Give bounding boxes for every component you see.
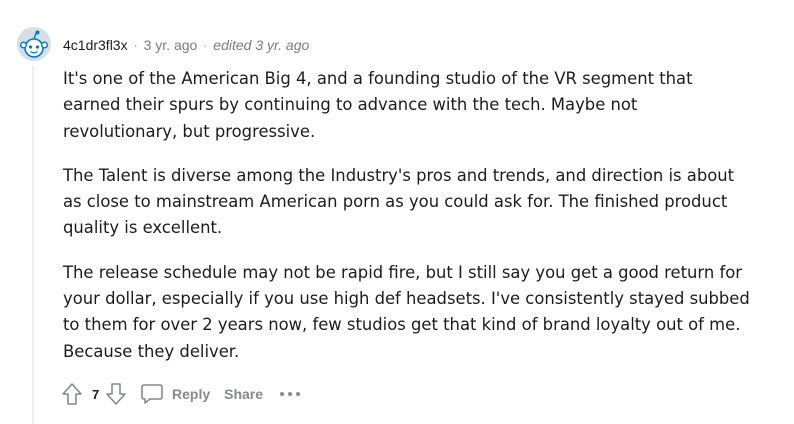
share-button[interactable]: Share — [224, 386, 263, 402]
comment-actions: 7 Reply Share — [60, 378, 301, 410]
author-link[interactable]: 4c1dr3fl3x — [63, 37, 128, 53]
comment-body: It's one of the American Big 4, and a fo… — [63, 66, 753, 383]
downvote-arrow-icon — [106, 383, 126, 405]
reply-label: Reply — [172, 386, 211, 402]
meta-separator: · — [133, 38, 138, 52]
meta-separator: · — [203, 38, 208, 52]
reply-button[interactable]: Reply — [140, 382, 210, 406]
speech-bubble-icon — [141, 384, 163, 404]
vote-score: 7 — [92, 386, 100, 402]
upvote-arrow-icon — [62, 383, 82, 405]
edited-timestamp: edited 3 yr. ago — [213, 37, 310, 53]
ellipsis-icon — [280, 392, 301, 396]
thread-line[interactable] — [32, 66, 34, 424]
more-options-button[interactable] — [279, 390, 301, 398]
upvote-button[interactable] — [60, 382, 84, 406]
comment-paragraph: It's one of the American Big 4, and a fo… — [63, 69, 693, 141]
comment: 4c1dr3fl3x · 3 yr. ago · edited 3 yr. ag… — [0, 0, 794, 424]
comment-meta: 4c1dr3fl3x · 3 yr. ago · edited 3 yr. ag… — [63, 36, 309, 54]
share-label: Share — [224, 386, 264, 402]
comment-paragraph: The release schedule may not be rapid fi… — [63, 262, 750, 361]
comment-timestamp[interactable]: 3 yr. ago — [144, 37, 198, 53]
comment-paragraph: The Talent is diverse among the Industry… — [63, 165, 735, 238]
avatar[interactable] — [17, 27, 51, 61]
downvote-button[interactable] — [104, 382, 128, 406]
snoo-avatar-icon — [17, 27, 51, 61]
